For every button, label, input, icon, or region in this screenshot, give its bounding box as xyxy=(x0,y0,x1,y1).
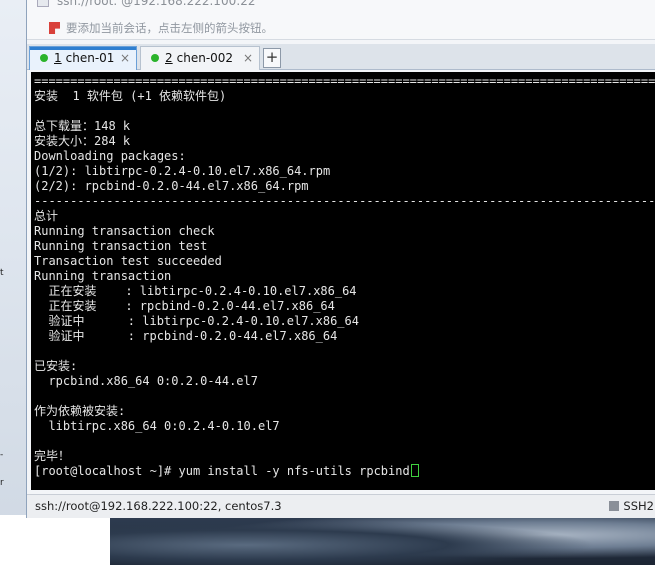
session-hint-text: 要添加当前会话，点击左侧的箭头按钮。 xyxy=(66,21,273,35)
terminal-prompt-line[interactable]: [root@localhost ~]# yum install -y nfs-u… xyxy=(34,464,655,479)
protocol-indicator: SSH2 xyxy=(609,495,654,518)
shell-command: yum install -y nfs-utils rpcbind xyxy=(178,464,410,478)
terminal-line: 验证中 : libtirpc-0.2.4-0.10.el7.x86_64 xyxy=(34,314,359,328)
terminal-line: 安装 1 软件包 (+1 依赖软件包) xyxy=(34,89,227,103)
terminal-line: Downloading packages: xyxy=(34,149,186,163)
protocol-label: SSH2 xyxy=(623,499,654,513)
session-hint: 要添加当前会话，点击左侧的箭头按钮。 xyxy=(49,20,273,36)
connected-status-icon xyxy=(40,54,48,62)
terminal-line: 总计 xyxy=(34,209,59,223)
text-cursor xyxy=(410,464,419,477)
connection-status: ssh://root@192.168.222.100:22, centos7.3 xyxy=(35,499,282,513)
tab-label: chen-01 xyxy=(65,51,115,65)
tab-chen-01[interactable]: 1 chen-01 × xyxy=(29,46,137,70)
desktop-fragment-mark: r xyxy=(0,478,4,488)
desktop-background-white xyxy=(0,515,110,565)
tab-chen-002[interactable]: 2 chen-002 × xyxy=(140,46,260,70)
session-address: ssh://root: @192.168.222.100:22 xyxy=(57,0,256,8)
terminal-line: libtirpc.x86_64 0:0.2.4-0.10.el7 xyxy=(34,419,280,433)
terminal-line: Running transaction xyxy=(34,269,172,283)
terminal-line: 正在安装 : rpcbind-0.2.0-44.el7.x86_64 xyxy=(34,299,335,313)
tab-number: 1 xyxy=(54,51,62,65)
tab-number: 2 xyxy=(165,51,173,65)
ssh-client-window: ssh://root: @192.168.222.100:22 要添加当前会话，… xyxy=(26,0,655,518)
terminal-line: rpcbind.x86_64 0:0.2.0-44.el7 xyxy=(34,374,258,388)
tab-close-icon[interactable]: × xyxy=(243,47,253,69)
connected-status-icon xyxy=(151,54,159,62)
terminal-line: (2/2): rpcbind-0.2.0-44.el7.x86_64.rpm xyxy=(34,179,309,193)
desktop-background-left: t - r xyxy=(0,0,26,565)
session-arrow-icon[interactable] xyxy=(49,22,60,34)
desktop-fragment-mark: - xyxy=(0,450,4,460)
status-bar: ssh://root@192.168.222.100:22, centos7.3… xyxy=(27,494,655,518)
tab-close-icon[interactable]: × xyxy=(120,47,130,69)
terminal-line: 已安装: xyxy=(34,359,78,373)
terminal-line: 总下载量：148 k xyxy=(34,119,131,133)
add-tab-button[interactable]: + xyxy=(263,48,281,68)
terminal-line: Running transaction check xyxy=(34,224,215,238)
terminal-line: 安装大小：284 k xyxy=(34,134,131,148)
session-bar: ssh://root: @192.168.222.100:22 要添加当前会话，… xyxy=(27,0,655,40)
desktop-wallpaper xyxy=(110,515,655,565)
session-icon xyxy=(37,0,49,7)
terminal-line: ========================================… xyxy=(34,74,655,88)
terminal-line: 验证中 : rpcbind-0.2.0-44.el7.x86_64 xyxy=(34,329,338,343)
terminal-line: 正在安装 : libtirpc-0.2.4-0.10.el7.x86_64 xyxy=(34,284,357,298)
terminal-line: 完毕！ xyxy=(34,449,71,463)
terminal-output[interactable]: ========================================… xyxy=(31,72,655,490)
status-square-icon xyxy=(609,501,620,511)
tab-label: chen-002 xyxy=(176,51,234,65)
terminal-line: (1/2): libtirpc-0.2.4-0.10.el7.x86_64.rp… xyxy=(34,164,331,178)
tab-bar: 1 chen-01 × 2 chen-002 × + xyxy=(27,44,655,70)
desktop-fragment-mark: t xyxy=(0,268,4,278)
terminal-line: Transaction test succeeded xyxy=(34,254,222,268)
shell-prompt: [root@localhost ~]# xyxy=(34,464,179,478)
terminal-line: Running transaction test xyxy=(34,239,208,253)
session-address-row[interactable]: ssh://root: @192.168.222.100:22 xyxy=(37,0,655,10)
terminal-line: ----------------------------------------… xyxy=(34,194,655,208)
terminal-line: 作为依赖被安装: xyxy=(34,404,126,418)
